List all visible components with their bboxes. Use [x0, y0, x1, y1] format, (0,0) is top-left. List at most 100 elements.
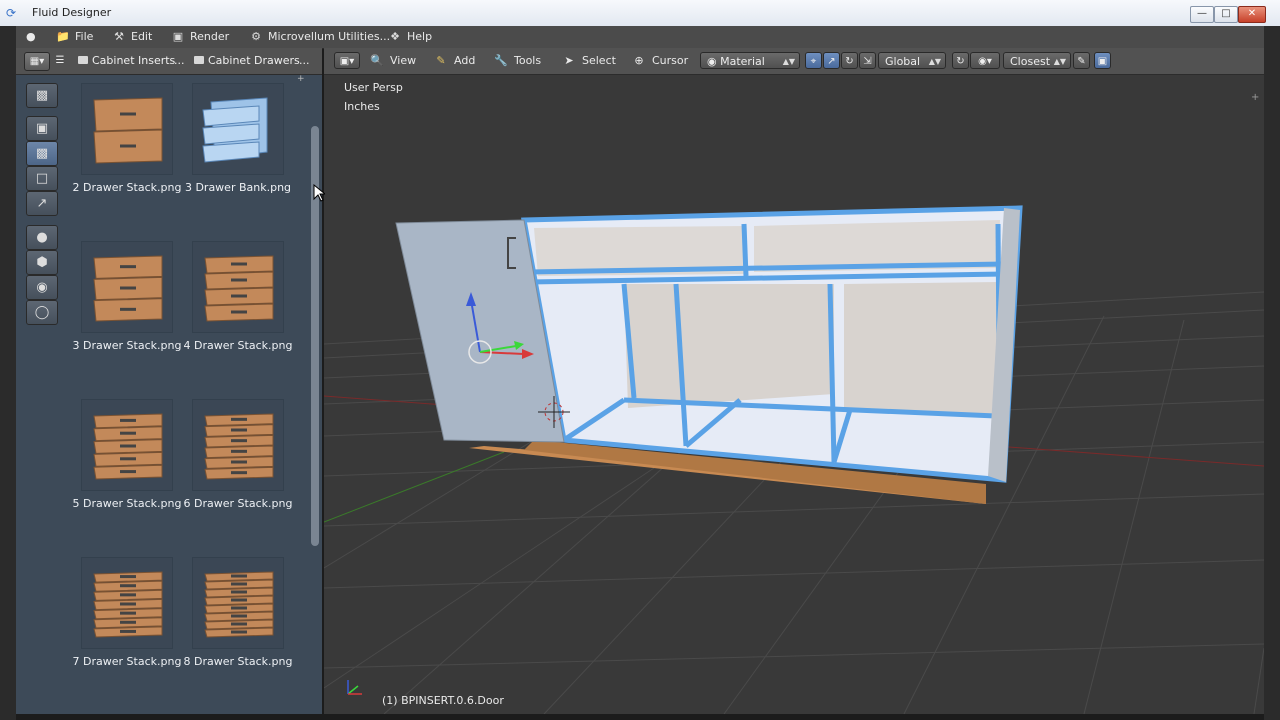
menu-help[interactable]: ❖ Help [388, 30, 432, 46]
folder-icon [78, 56, 88, 64]
maximize-button[interactable]: □ [1214, 6, 1238, 23]
gears-icon: ⚙ [251, 30, 261, 43]
updown-icon: ▲▼ [782, 57, 795, 66]
cube-icon[interactable]: ⬢ [26, 250, 58, 275]
menu-add[interactable]: ✎ Add [434, 54, 475, 67]
menu-toggle-icon[interactable]: ☰ [52, 52, 68, 69]
menu-view[interactable]: 🔍 View [370, 54, 416, 67]
proportional-edit-icon[interactable]: ✎ [1073, 52, 1090, 69]
menu-help-label: Help [407, 30, 433, 43]
menu-view-label: View [390, 54, 417, 67]
menu-microvellum-label: Microvellum Utilities... [268, 30, 391, 43]
thumbnail-label[interactable]: 3 Drawer Stack.png [72, 338, 182, 354]
breadcrumb-ellipsis[interactable]: ... [174, 54, 185, 67]
menu-edit-label: Edit [131, 30, 153, 43]
drawer-stack-preview-icon [93, 413, 163, 480]
app-logo-icon: ⟳ [6, 6, 17, 20]
panel-corner-icon[interactable]: + [297, 74, 305, 84]
thumbnail-label[interactable]: 3 Drawer Bank.png [183, 180, 293, 196]
menu-select[interactable]: ➤ Select [562, 54, 616, 67]
wrench-icon: 🔧 [494, 54, 508, 67]
part-icon[interactable]: □ [26, 166, 58, 191]
objects-icon[interactable]: ◉ [26, 275, 58, 300]
menu-file[interactable]: 📁 File [56, 30, 93, 46]
library-thumbnail[interactable] [82, 558, 172, 648]
thumbnail-label[interactable]: 2 Drawer Stack.png [72, 180, 182, 196]
viewport-header: ▣▾ 🔍 View ✎ Add 🔧 Tools ➤ Select ⊕ Cursor ◉ M… [324, 48, 1264, 75]
manipulator-toggle-icon[interactable]: ⌖ [805, 52, 822, 69]
help-icon: ❖ [390, 30, 400, 43]
library-icon[interactable]: ▩ [26, 83, 58, 108]
updown-icon: ▲▼ [928, 57, 941, 66]
menu-microvellum-utilities[interactable]: ⚙ Microvellum Utilities... [249, 30, 390, 46]
folder-icon [194, 56, 204, 64]
drawer-stack-preview-icon [204, 571, 274, 638]
snap-target-value: Closest [1010, 55, 1051, 68]
orientation-value: Global [885, 55, 921, 68]
opening-back-right [844, 282, 998, 414]
view-name: User Persp [344, 81, 403, 94]
thumbnail-label[interactable]: 5 Drawer Stack.png [72, 496, 182, 512]
shading-dropdown[interactable]: ◉ Material ▲▼ [700, 52, 800, 69]
orientation-dropdown[interactable]: Global ▲▼ [878, 52, 946, 69]
blender-logo-icon[interactable]: ● [26, 30, 36, 46]
breadcrumb-label: Cabinet Drawers [208, 54, 300, 67]
minimize-button[interactable]: — [1190, 6, 1214, 23]
camera-icon: ▣ [172, 30, 184, 43]
world-icon[interactable]: ◯ [26, 300, 58, 325]
units-label: Inches [344, 100, 380, 113]
breadcrumb-ellipsis[interactable]: ... [299, 54, 310, 67]
library-thumbnail[interactable] [82, 242, 172, 332]
thumbnail-label[interactable]: 8 Drawer Stack.png [183, 654, 293, 670]
editor-type-button[interactable]: ▣▾ [334, 52, 360, 69]
breadcrumb-cabinet-drawers[interactable]: Cabinet Drawers [194, 54, 300, 67]
scene-canvas[interactable] [324, 48, 1264, 714]
thumbnail-label[interactable]: 7 Drawer Stack.png [72, 654, 182, 670]
library-thumbnail[interactable] [193, 84, 283, 174]
window-titlebar: ⟳ Fluid Designer — □ ✕ [0, 0, 1280, 27]
close-button[interactable]: ✕ [1238, 6, 1266, 23]
library-thumbnail[interactable] [82, 84, 172, 174]
snap-element-icon[interactable]: ◉▾ [970, 52, 1000, 69]
rotate-icon[interactable]: ↻ [841, 52, 858, 69]
y-axis-line [324, 451, 505, 523]
thumbnail-label[interactable]: 6 Drawer Stack.png [183, 496, 293, 512]
drawer-stack-preview-icon [93, 571, 163, 638]
panel-corner-icon[interactable]: + [1251, 92, 1259, 103]
menu-tools[interactable]: 🔧 Tools [494, 54, 541, 67]
translate-icon[interactable]: ↗ [823, 52, 840, 69]
mouse-pointer-icon [313, 184, 325, 202]
drawer-stack-preview-icon [204, 413, 274, 480]
layer-icon[interactable]: ▣ [1094, 52, 1111, 69]
drawer-stack-preview-icon [93, 97, 163, 164]
drawer-bank-preview-icon [202, 97, 268, 163]
menu-render[interactable]: ▣ Render [171, 30, 229, 46]
snap-toggle-icon[interactable]: ↻ [952, 52, 969, 69]
active-object-label: (1) BPINSERT.0.6.Door [382, 694, 504, 707]
insert-icon[interactable]: ▩ [26, 141, 58, 166]
scale-icon[interactable]: ⇲ [859, 52, 876, 69]
scale-icon[interactable]: ↗ [26, 191, 58, 216]
breadcrumb-cabinet-inserts[interactable]: Cabinet Inserts [78, 54, 175, 67]
library-thumbnail[interactable] [82, 400, 172, 490]
snap-target-dropdown[interactable]: Closest ▲▼ [1003, 52, 1071, 69]
updown-icon: ▲▼ [1053, 57, 1066, 66]
library-thumbnail[interactable] [193, 558, 283, 648]
menu-cursor-label: Cursor [652, 54, 689, 67]
library-header: ▦▾ ☰ Cabinet Inserts ... Cabinet Drawers… [16, 48, 322, 75]
crosshair-icon: ⊕ [634, 54, 644, 67]
main-menubar: ● 📁 File ⚒ Edit ▣ Render ⚙ Microvellum Utili… [16, 26, 1264, 49]
shading-value: Material [720, 55, 765, 68]
thumbnail-label[interactable]: 4 Drawer Stack.png [183, 338, 293, 354]
3d-viewport[interactable]: ▣▾ 🔍 View ✎ Add 🔧 Tools ➤ Select ⊕ Cursor ◉ M… [324, 48, 1264, 714]
menu-cursor[interactable]: ⊕ Cursor [632, 54, 688, 67]
editor-type-button[interactable]: ▦▾ [24, 52, 50, 71]
material-sphere-icon: ◉ [707, 55, 721, 68]
folder-icon: 📁 [56, 30, 70, 43]
material-sphere-icon[interactable]: ● [26, 225, 58, 250]
library-thumbnail[interactable] [193, 242, 283, 332]
product-icon[interactable]: ▣ [26, 116, 58, 141]
menu-edit[interactable]: ⚒ Edit [112, 30, 152, 46]
drawer-stack-preview-icon [204, 255, 274, 322]
library-thumbnail[interactable] [193, 400, 283, 490]
